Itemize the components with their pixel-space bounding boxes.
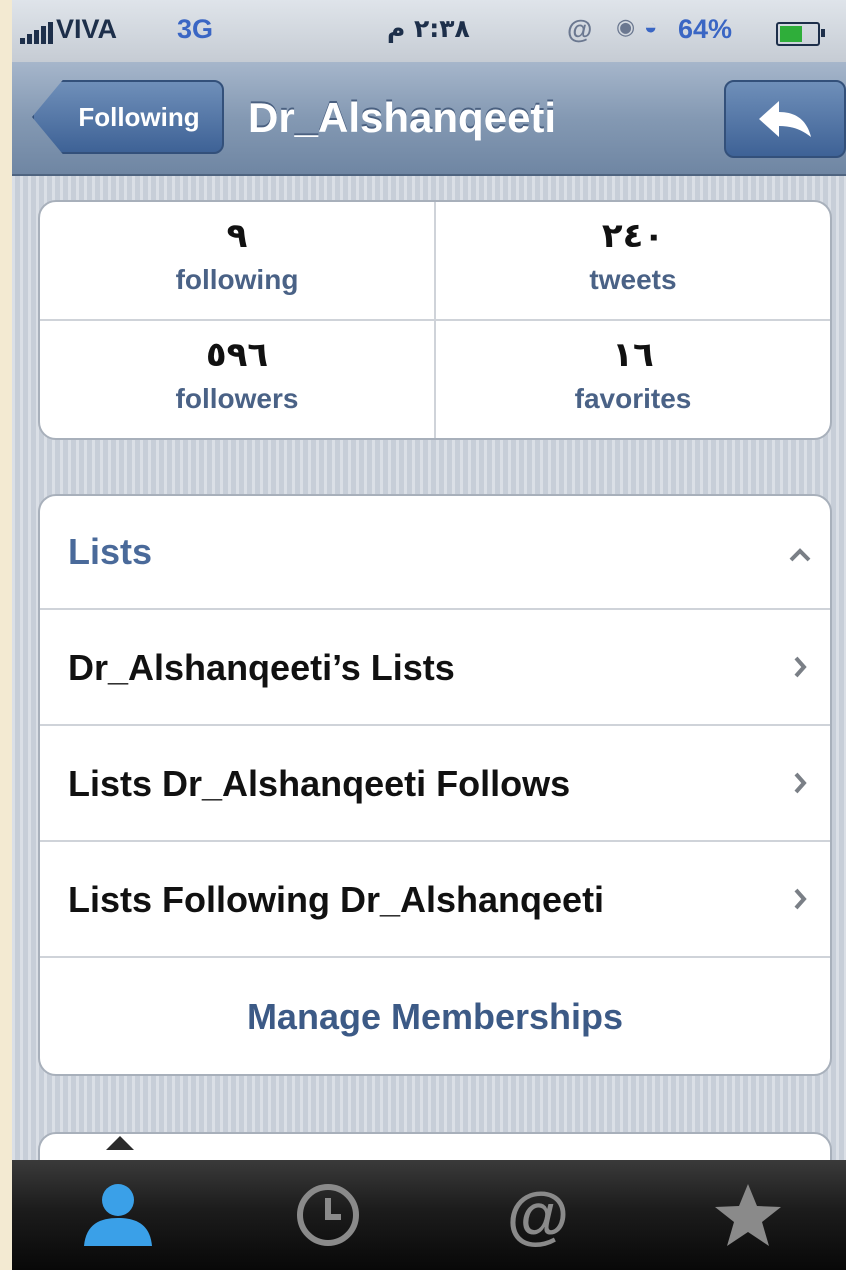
tab-profile[interactable] bbox=[58, 1170, 178, 1260]
list-item-label: Dr_Alshanqeeti’s Lists bbox=[68, 647, 455, 688]
stats-card: ٩ following ٢٤٠ tweets ٥٩٦ followers ١٦ … bbox=[38, 200, 832, 440]
reply-button[interactable] bbox=[724, 80, 846, 158]
list-item-lists-following[interactable]: Lists Following Dr_Alshanqeeti bbox=[40, 844, 830, 958]
back-button[interactable]: Following bbox=[32, 80, 224, 154]
list-item-label: Lists Dr_Alshanqeeti Follows bbox=[68, 763, 571, 804]
page-title: Dr_Alshanqeeti bbox=[248, 94, 557, 141]
carrier-name: VIVA bbox=[56, 14, 118, 44]
tab-mentions[interactable]: @ bbox=[478, 1170, 598, 1260]
list-item-own-lists[interactable]: Dr_Alshanqeeti’s Lists bbox=[40, 612, 830, 726]
phone-screen: VIVA 3G ٢:٣٨ م @ ◉ ◒ 64% Following Dr_Al… bbox=[12, 0, 846, 1270]
navigation-bar: Following Dr_Alshanqeeti bbox=[12, 62, 846, 176]
active-tab-indicator bbox=[106, 1136, 134, 1150]
tweets-count: ٢٤٠ bbox=[601, 216, 665, 256]
tab-bar: @ bbox=[12, 1160, 846, 1270]
battery-icon bbox=[776, 22, 825, 46]
tab-timeline[interactable] bbox=[268, 1170, 388, 1260]
status-bar: VIVA 3G ٢:٣٨ م @ ◉ ◒ 64% bbox=[12, 0, 846, 62]
manage-memberships-button[interactable]: Manage Memberships bbox=[40, 960, 830, 1074]
list-item-label: Lists Following Dr_Alshanqeeti bbox=[68, 879, 605, 920]
clock-time: ٢:٣٨ م bbox=[387, 14, 470, 43]
profile-content: ٩ following ٢٤٠ tweets ٥٩٦ followers ١٦ … bbox=[12, 176, 846, 1196]
sync-icon: ◒ bbox=[644, 14, 658, 39]
chevron-up-icon bbox=[770, 533, 830, 572]
profile-icon bbox=[84, 1184, 152, 1246]
following-label: following bbox=[175, 264, 299, 295]
favorites-count: ١٦ bbox=[612, 335, 654, 375]
stat-tweets[interactable]: ٢٤٠ tweets bbox=[436, 202, 830, 319]
lists-header-label: Lists bbox=[68, 531, 153, 572]
following-count: ٩ bbox=[226, 216, 248, 256]
chevron-right-icon bbox=[770, 765, 830, 804]
manage-memberships-label: Manage Memberships bbox=[246, 996, 624, 1037]
network-type: 3G bbox=[177, 14, 214, 44]
followers-count: ٥٩٦ bbox=[205, 335, 269, 375]
tweets-label: tweets bbox=[589, 264, 677, 295]
list-item-lists-follows[interactable]: Lists Dr_Alshanqeeti Follows bbox=[40, 728, 830, 842]
chevron-right-icon bbox=[770, 649, 830, 688]
star-icon bbox=[715, 1184, 781, 1246]
stat-favorites[interactable]: ١٦ favorites bbox=[436, 321, 830, 438]
favorites-label: favorites bbox=[574, 383, 692, 414]
stat-following[interactable]: ٩ following bbox=[40, 202, 434, 319]
divider bbox=[40, 319, 830, 321]
alarm-icon: ◉ bbox=[616, 14, 636, 39]
lists-card: Lists Dr_Alshanqeeti’s Lists Lists Dr_Al… bbox=[38, 494, 832, 1076]
followers-label: followers bbox=[175, 383, 299, 414]
tab-favorites[interactable] bbox=[688, 1170, 808, 1260]
reply-icon bbox=[759, 101, 811, 137]
clock-icon bbox=[297, 1184, 359, 1246]
lists-header[interactable]: Lists bbox=[40, 496, 830, 610]
chevron-right-icon bbox=[770, 881, 830, 920]
at-icon: @ bbox=[506, 1179, 570, 1251]
orientation-lock-icon: @ bbox=[567, 14, 593, 44]
stat-followers[interactable]: ٥٩٦ followers bbox=[40, 321, 434, 438]
battery-percent: 64% bbox=[678, 14, 733, 44]
